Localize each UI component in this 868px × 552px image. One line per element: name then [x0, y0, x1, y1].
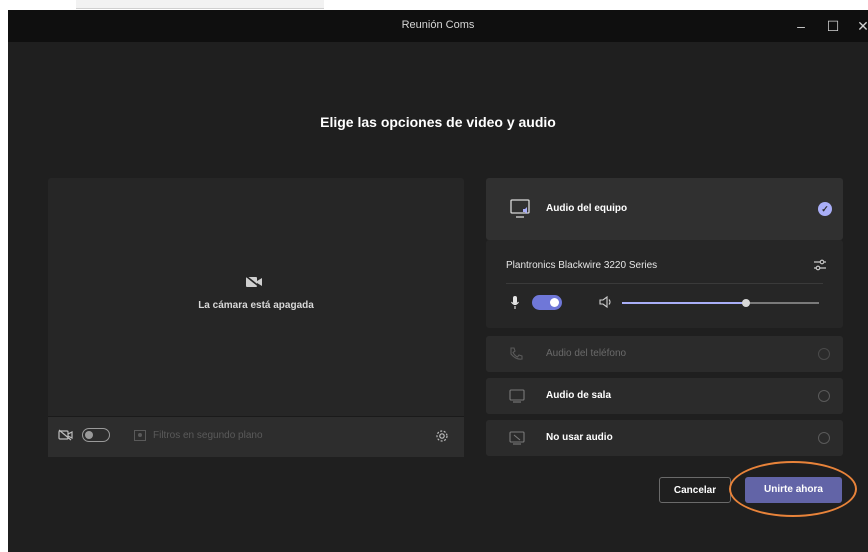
computer-audio-icon	[510, 199, 530, 218]
highlight-circle	[729, 461, 857, 517]
camera-off-icon	[245, 275, 262, 289]
maximize-button[interactable]: ☐	[820, 14, 846, 38]
microphone-toggle[interactable]	[532, 295, 562, 310]
camera-toggle[interactable]	[82, 428, 110, 442]
camera-off-text: La cámara está apagada	[198, 300, 314, 311]
no-audio-icon	[509, 431, 525, 445]
close-button[interactable]: ✕	[850, 14, 868, 38]
camera-icon	[58, 429, 73, 441]
audio-option-phone-radio[interactable]	[818, 348, 830, 360]
background-filters-icon	[134, 430, 146, 441]
gear-icon[interactable]	[435, 429, 449, 443]
minimize-button[interactable]: –	[788, 14, 814, 38]
audio-option-room-label: Audio de sala	[546, 390, 612, 401]
volume-slider[interactable]	[622, 299, 819, 307]
audio-option-phone-label: Audio del teléfono	[546, 348, 627, 359]
volume-slider-fill	[622, 302, 747, 304]
audio-option-none[interactable]: No usar audio	[486, 420, 843, 456]
audio-option-none-label: No usar audio	[546, 432, 613, 443]
audio-option-computer[interactable]: Audio del equipo ✓	[486, 178, 843, 240]
divider	[506, 283, 823, 284]
phone-icon	[510, 347, 523, 360]
window-title: Reunión Coms	[401, 19, 475, 31]
audio-option-none-radio[interactable]	[818, 432, 830, 444]
selected-check-icon: ✓	[818, 202, 832, 216]
preview-toolbar: Filtros en segundo plano	[48, 416, 464, 457]
volume-slider-thumb[interactable]	[742, 299, 751, 307]
background-filters-label[interactable]: Filtros en segundo plano	[153, 430, 263, 441]
title-bar: Reunión Coms – ☐ ✕	[8, 10, 868, 42]
audio-option-phone[interactable]: Audio del teléfono	[486, 336, 843, 372]
speaker-volume-icon	[599, 295, 611, 309]
page-title: Elige las opciones de video y audio	[320, 114, 556, 130]
audio-option-room-radio[interactable]	[818, 390, 830, 402]
audio-option-computer-label: Audio del equipo	[546, 203, 628, 214]
meeting-window: Reunión Coms – ☐ ✕ Elige las opciones de…	[8, 10, 868, 552]
audio-device-name[interactable]: Plantronics Blackwire 3220 Series	[506, 260, 657, 271]
video-preview: La cámara está apagada Filtros en segund…	[48, 178, 464, 457]
device-settings-icon[interactable]	[813, 259, 827, 271]
audio-device-panel: Plantronics Blackwire 3220 Series	[486, 240, 843, 328]
cancel-button[interactable]: Cancelar	[659, 477, 731, 503]
room-audio-icon	[509, 389, 525, 403]
background-window-strip	[76, 0, 324, 9]
audio-option-room[interactable]: Audio de sala	[486, 378, 843, 414]
microphone-icon	[511, 296, 519, 309]
